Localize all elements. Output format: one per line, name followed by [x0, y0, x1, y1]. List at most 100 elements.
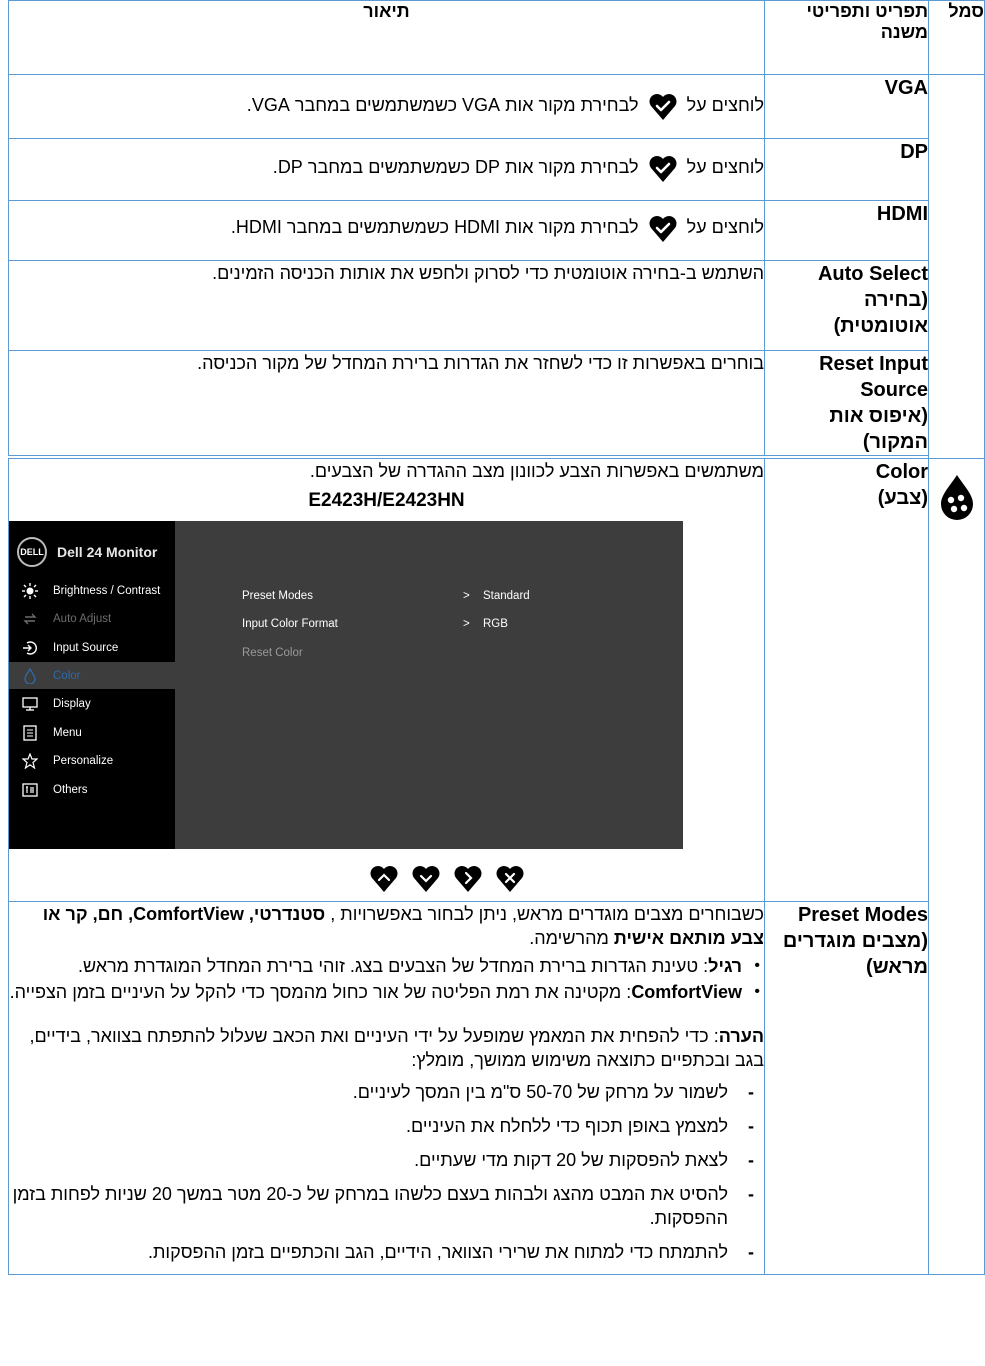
osd-arrow: > [463, 590, 470, 602]
item-auto-select-en: Auto Select [817, 263, 928, 285]
check-icon [649, 156, 677, 182]
color-icon [21, 667, 39, 685]
item-auto-select-he: (בחירה אוטומטית) [833, 289, 928, 337]
table-row-color: Color (צבע) משתמשים באפשרות הצבע לכוונון… [8, 458, 985, 1275]
osd-item-personalize[interactable]: Personalize [9, 747, 175, 774]
item-preset-modes: Preset Modes (מצבים מוגדרים מראש) [764, 901, 929, 1275]
item-color-en: Color [875, 461, 928, 483]
item-color: Color (צבע) [764, 458, 929, 902]
osd-option-reset-color[interactable]: Reset Color [242, 641, 303, 665]
desc-dp-post: לבחירת מקור אות DP כשמשתמשים במחבר DP. [272, 156, 639, 177]
table-row-preset-modes: Preset Modes (מצבים מוגדרים מראש) כשבוחר… [8, 901, 985, 1275]
check-icon [649, 94, 677, 120]
preset-intro-c: מהרשימה. [529, 928, 609, 948]
check-icon [649, 216, 677, 242]
header-symbol: סמל [928, 0, 985, 75]
down-icon[interactable] [411, 863, 441, 893]
osd-nav-buttons [9, 863, 764, 893]
menu-icon [21, 724, 39, 742]
osd-label-input-source: Input Source [53, 641, 119, 654]
list-item: ComfortView: מקטינה את רמת הפליטה של אור… [9, 980, 760, 1004]
symbol-cell-color [928, 458, 985, 1275]
list-item: לצאת להפסקות של 20 דקות מדי שעתיים. [9, 1148, 754, 1172]
desc-color-text: משתמשים באפשרות הצבע לכוונון מצב ההגדרה … [309, 461, 764, 481]
osd-item-menu[interactable]: Menu [9, 719, 175, 746]
list-item: להתמתח כדי למתוח את שרירי הצוואר, הידיים… [9, 1240, 754, 1264]
preset-intro-a: כשבוחרים מצבים מוגדרים מראש, ניתן לבחור … [330, 904, 764, 924]
brightness-icon [21, 582, 39, 600]
desc-hdmi-post: לבחירת מקור אות HDMI כשמשתמשים במחבר HDM… [230, 216, 639, 237]
star-icon [21, 752, 39, 770]
item-auto-select: Auto Select (בחירה אוטומטית) [764, 260, 929, 351]
osd-monitor-title: Dell 24 Monitor [57, 544, 158, 560]
bullet-term: ComfortView [631, 982, 742, 1002]
list-item: לשמור על מרחק של 50-70 ס"מ בין המסך לעינ… [9, 1080, 754, 1104]
osd-value-input-color-format: RGB [483, 618, 508, 630]
table-row-reset-input: Reset Input Source (איפוס אות המקור) בוח… [8, 350, 985, 456]
osd-item-brightness[interactable]: Brightness / Contrast [9, 577, 175, 604]
osd-label-others: Others [53, 783, 88, 796]
desc-dp-pre: לוחצים על [686, 156, 764, 177]
preset-note: הערה: כדי להפחית את המאמץ שמופעל על ידי … [9, 1024, 764, 1072]
display-icon [21, 695, 39, 713]
desc-hdmi: לוחצים על לבחירת מקור אות HDMI כשמשתמשים… [8, 200, 765, 261]
osd-label-display: Display [53, 697, 91, 710]
desc-preset-modes: כשבוחרים מצבים מוגדרים מראש, ניתן לבחור … [8, 901, 765, 1275]
desc-hdmi-pre: לוחצים על [686, 216, 764, 237]
auto-adjust-icon [21, 610, 39, 628]
close-icon[interactable] [495, 863, 525, 893]
header-description: תיאור [8, 0, 765, 75]
symbol-cell-input [928, 74, 985, 459]
preset-intro: כשבוחרים מצבים מוגדרים מראש, ניתן לבחור … [9, 902, 764, 950]
others-icon [21, 781, 39, 799]
osd-option-preset-modes[interactable]: Preset Modes [242, 584, 313, 608]
table-header-row: סמל תפריט ותפריטי משנה תיאור [8, 0, 985, 75]
desc-reset-input: בוחרים באפשרות זו כדי לשחזר את הגדרות בר… [8, 350, 765, 456]
item-preset-en: Preset Modes [797, 904, 928, 926]
osd-option-input-color-format[interactable]: Input Color Format [242, 612, 338, 636]
bullet-text: : טעינת הגדרות ברירת המחדל של הצבעים בצג… [77, 956, 709, 976]
osd-item-others[interactable]: Others [9, 776, 175, 803]
note-term: הערה [718, 1026, 764, 1046]
menu-spec-table: סמל תפריט ותפריטי משנה תיאור VGA לוחצים … [8, 0, 985, 1275]
bullet-text: : מקטינה את רמת הפליטה של אור כחול מהמסך… [9, 982, 632, 1002]
desc-vga-pre: לוחצים על [686, 94, 764, 115]
item-preset-he: (מצבים מוגדרים מראש) [782, 930, 928, 978]
table-row-vga: VGA לוחצים על לבחירת מקור אות VGA כשמשתמ… [8, 74, 985, 459]
osd-item-input-source[interactable]: Input Source [9, 634, 175, 661]
note-text: : כדי להפחית את המאמץ שמופעל על ידי העינ… [29, 1026, 764, 1070]
osd-item-display[interactable]: Display [9, 690, 175, 717]
page: סמל תפריט ותפריטי משנה תיאור VGA לוחצים … [0, 0, 985, 1366]
up-icon[interactable] [369, 863, 399, 893]
osd-label-personalize: Personalize [53, 754, 114, 767]
desc-auto-select: השתמש ב-בחירה אוטומטית כדי לסרוק ולחפש א… [8, 260, 765, 351]
table-row-auto-select: Auto Select (בחירה אוטומטית) השתמש ב-בחי… [8, 260, 985, 351]
color-drop-icon [940, 475, 973, 520]
table-row-dp: DP לוחצים על לבחירת מקור אות DP כשמשתמשי… [8, 138, 985, 201]
item-color-he: (צבע) [877, 487, 928, 509]
osd-arrow: > [463, 618, 470, 630]
osd-label-auto-adjust: Auto Adjust [53, 612, 112, 625]
osd-menu-screenshot: DELL Dell 24 Monitor Brightness / Contra… [9, 521, 683, 849]
item-reset-input-en: Reset Input Source [819, 353, 928, 401]
preset-bullets: רגיל: טעינת הגדרות ברירת המחדל של הצבעים… [9, 954, 764, 1004]
osd-item-color[interactable]: Color [9, 662, 175, 689]
desc-dp: לוחצים על לבחירת מקור אות DP כשמשתמשים ב… [8, 138, 765, 201]
item-reset-input: Reset Input Source (איפוס אות המקור) [764, 350, 929, 456]
right-icon[interactable] [453, 863, 483, 893]
osd-label-color: Color [53, 669, 81, 682]
item-dp: DP [764, 138, 929, 201]
item-reset-input-he: (איפוס אות המקור) [829, 405, 928, 453]
osd-label-menu: Menu [53, 726, 82, 739]
osd-model-title: E2423H/E2423HN [308, 490, 465, 511]
bullet-term: רגיל [708, 956, 742, 976]
osd-item-auto-adjust[interactable]: Auto Adjust [9, 605, 175, 632]
desc-vga-post: לבחירת מקור אות VGA כשמשתמשים במחבר VGA. [246, 94, 639, 115]
list-item: למצמץ באופן תכוף כדי ללחלח את העיניים. [9, 1114, 754, 1138]
desc-color: משתמשים באפשרות הצבע לכוונון מצב ההגדרה … [8, 458, 765, 902]
list-item: להסיט את המבט מהצג ולבהות בעצם כלשהו במר… [9, 1182, 754, 1230]
list-item: רגיל: טעינת הגדרות ברירת המחדל של הצבעים… [9, 954, 760, 978]
osd-brand: DELL Dell 24 Monitor [17, 537, 157, 567]
osd-label-brightness: Brightness / Contrast [53, 584, 161, 597]
dell-logo: DELL [17, 537, 47, 567]
